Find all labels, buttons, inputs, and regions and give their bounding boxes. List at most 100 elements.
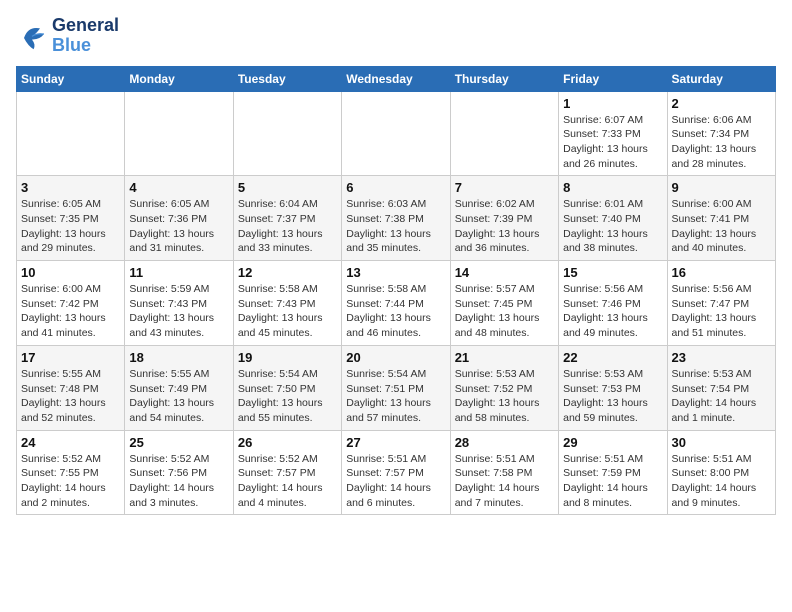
day-info: Sunrise: 5:54 AM Sunset: 7:50 PM Dayligh… [238,367,337,426]
day-number: 26 [238,435,337,450]
calendar-cell: 14 Sunrise: 5:57 AM Sunset: 7:45 PM Dayli… [450,261,558,346]
day-info: Sunrise: 5:54 AM Sunset: 7:51 PM Dayligh… [346,367,445,426]
day-number: 20 [346,350,445,365]
day-number: 13 [346,265,445,280]
day-number: 30 [672,435,771,450]
day-number: 10 [21,265,120,280]
calendar-cell: 28 Sunrise: 5:51 AM Sunset: 7:58 PM Dayli… [450,430,558,515]
day-number: 27 [346,435,445,450]
day-number: 23 [672,350,771,365]
day-info: Sunrise: 5:55 AM Sunset: 7:49 PM Dayligh… [129,367,228,426]
day-of-week-header: Sunday [17,66,125,91]
calendar-cell: 9 Sunrise: 6:00 AM Sunset: 7:41 PM Daylig… [667,176,775,261]
calendar-cell: 3 Sunrise: 6:05 AM Sunset: 7:35 PM Daylig… [17,176,125,261]
day-number: 3 [21,180,120,195]
day-of-week-header: Monday [125,66,233,91]
calendar-cell: 24 Sunrise: 5:52 AM Sunset: 7:55 PM Dayli… [17,430,125,515]
day-number: 6 [346,180,445,195]
page-header: General Blue [16,16,776,56]
calendar-cell: 27Sunrise: 5:51 AM Sunset: 7:57 PM Dayli… [342,430,450,515]
day-number: 9 [672,180,771,195]
day-info: Sunrise: 5:56 AM Sunset: 7:47 PM Dayligh… [672,282,771,341]
calendar-cell: 7 Sunrise: 6:02 AM Sunset: 7:39 PM Daylig… [450,176,558,261]
day-of-week-header: Tuesday [233,66,341,91]
calendar-cell: 12 Sunrise: 5:58 AM Sunset: 7:43 PM Dayli… [233,261,341,346]
day-info: Sunrise: 5:58 AM Sunset: 7:44 PM Dayligh… [346,282,445,341]
day-number: 7 [455,180,554,195]
calendar-cell [233,91,341,176]
day-number: 21 [455,350,554,365]
day-number: 8 [563,180,662,195]
calendar-cell: 18 Sunrise: 5:55 AM Sunset: 7:49 PM Dayli… [125,345,233,430]
day-info: Sunrise: 5:52 AM Sunset: 7:56 PM Dayligh… [129,452,228,511]
day-number: 29 [563,435,662,450]
day-info: Sunrise: 6:01 AM Sunset: 7:40 PM Dayligh… [563,197,662,256]
day-info: Sunrise: 6:00 AM Sunset: 7:42 PM Dayligh… [21,282,120,341]
calendar-cell [125,91,233,176]
day-info: Sunrise: 5:51 AM Sunset: 8:00 PM Dayligh… [672,452,771,511]
calendar-header-row: SundayMondayTuesdayWednesdayThursdayFrid… [17,66,776,91]
day-info: Sunrise: 6:02 AM Sunset: 7:39 PM Dayligh… [455,197,554,256]
calendar-cell: 17 Sunrise: 5:55 AM Sunset: 7:48 PM Dayli… [17,345,125,430]
logo-icon [16,22,48,50]
calendar-cell: 21 Sunrise: 5:53 AM Sunset: 7:52 PM Dayli… [450,345,558,430]
calendar-cell: 8 Sunrise: 6:01 AM Sunset: 7:40 PM Daylig… [559,176,667,261]
day-info: Sunrise: 5:58 AM Sunset: 7:43 PM Dayligh… [238,282,337,341]
logo-text: General Blue [52,16,119,56]
day-of-week-header: Wednesday [342,66,450,91]
calendar-cell: 1 Sunrise: 6:07 AM Sunset: 7:33 PM Daylig… [559,91,667,176]
day-info: Sunrise: 5:55 AM Sunset: 7:48 PM Dayligh… [21,367,120,426]
day-info: Sunrise: 5:57 AM Sunset: 7:45 PM Dayligh… [455,282,554,341]
day-info: Sunrise: 5:53 AM Sunset: 7:52 PM Dayligh… [455,367,554,426]
day-number: 2 [672,96,771,111]
calendar-cell: 20 Sunrise: 5:54 AM Sunset: 7:51 PM Dayli… [342,345,450,430]
calendar-cell: 15Sunrise: 5:56 AM Sunset: 7:46 PM Dayli… [559,261,667,346]
day-info: Sunrise: 6:00 AM Sunset: 7:41 PM Dayligh… [672,197,771,256]
calendar-cell: 6 Sunrise: 6:03 AM Sunset: 7:38 PM Daylig… [342,176,450,261]
calendar-cell: 4 Sunrise: 6:05 AM Sunset: 7:36 PM Daylig… [125,176,233,261]
calendar-cell [450,91,558,176]
day-number: 11 [129,265,228,280]
day-number: 5 [238,180,337,195]
day-number: 12 [238,265,337,280]
day-number: 22 [563,350,662,365]
day-info: Sunrise: 6:07 AM Sunset: 7:33 PM Dayligh… [563,113,662,172]
calendar-week-row: 17 Sunrise: 5:55 AM Sunset: 7:48 PM Dayli… [17,345,776,430]
calendar-cell: 13 Sunrise: 5:58 AM Sunset: 7:44 PM Dayli… [342,261,450,346]
day-info: Sunrise: 6:05 AM Sunset: 7:36 PM Dayligh… [129,197,228,256]
day-info: Sunrise: 6:03 AM Sunset: 7:38 PM Dayligh… [346,197,445,256]
calendar-cell: 11 Sunrise: 5:59 AM Sunset: 7:43 PM Dayli… [125,261,233,346]
day-number: 24 [21,435,120,450]
day-info: Sunrise: 6:04 AM Sunset: 7:37 PM Dayligh… [238,197,337,256]
day-number: 4 [129,180,228,195]
day-number: 19 [238,350,337,365]
calendar-cell: 29 Sunrise: 5:51 AM Sunset: 7:59 PM Dayli… [559,430,667,515]
day-info: Sunrise: 5:51 AM Sunset: 7:59 PM Dayligh… [563,452,662,511]
day-number: 17 [21,350,120,365]
calendar-cell: 2 Sunrise: 6:06 AM Sunset: 7:34 PM Daylig… [667,91,775,176]
day-info: Sunrise: 5:59 AM Sunset: 7:43 PM Dayligh… [129,282,228,341]
calendar-cell: 16 Sunrise: 5:56 AM Sunset: 7:47 PM Dayli… [667,261,775,346]
day-number: 25 [129,435,228,450]
day-info: Sunrise: 6:06 AM Sunset: 7:34 PM Dayligh… [672,113,771,172]
calendar-cell: 30 Sunrise: 5:51 AM Sunset: 8:00 PM Dayli… [667,430,775,515]
calendar-week-row: 24 Sunrise: 5:52 AM Sunset: 7:55 PM Dayli… [17,430,776,515]
day-info: Sunrise: 5:52 AM Sunset: 7:55 PM Dayligh… [21,452,120,511]
calendar-table: SundayMondayTuesdayWednesdayThursdayFrid… [16,66,776,516]
day-number: 15 [563,265,662,280]
day-number: 1 [563,96,662,111]
day-info: Sunrise: 6:05 AM Sunset: 7:35 PM Dayligh… [21,197,120,256]
day-number: 28 [455,435,554,450]
calendar-cell: 22Sunrise: 5:53 AM Sunset: 7:53 PM Dayli… [559,345,667,430]
day-number: 16 [672,265,771,280]
calendar-cell: 23 Sunrise: 5:53 AM Sunset: 7:54 PM Dayli… [667,345,775,430]
logo: General Blue [16,16,119,56]
day-number: 18 [129,350,228,365]
day-number: 14 [455,265,554,280]
calendar-cell: 25 Sunrise: 5:52 AM Sunset: 7:56 PM Dayli… [125,430,233,515]
calendar-cell: 26Sunrise: 5:52 AM Sunset: 7:57 PM Dayli… [233,430,341,515]
calendar-week-row: 1 Sunrise: 6:07 AM Sunset: 7:33 PM Daylig… [17,91,776,176]
day-info: Sunrise: 5:51 AM Sunset: 7:58 PM Dayligh… [455,452,554,511]
calendar-cell [17,91,125,176]
day-info: Sunrise: 5:53 AM Sunset: 7:54 PM Dayligh… [672,367,771,426]
